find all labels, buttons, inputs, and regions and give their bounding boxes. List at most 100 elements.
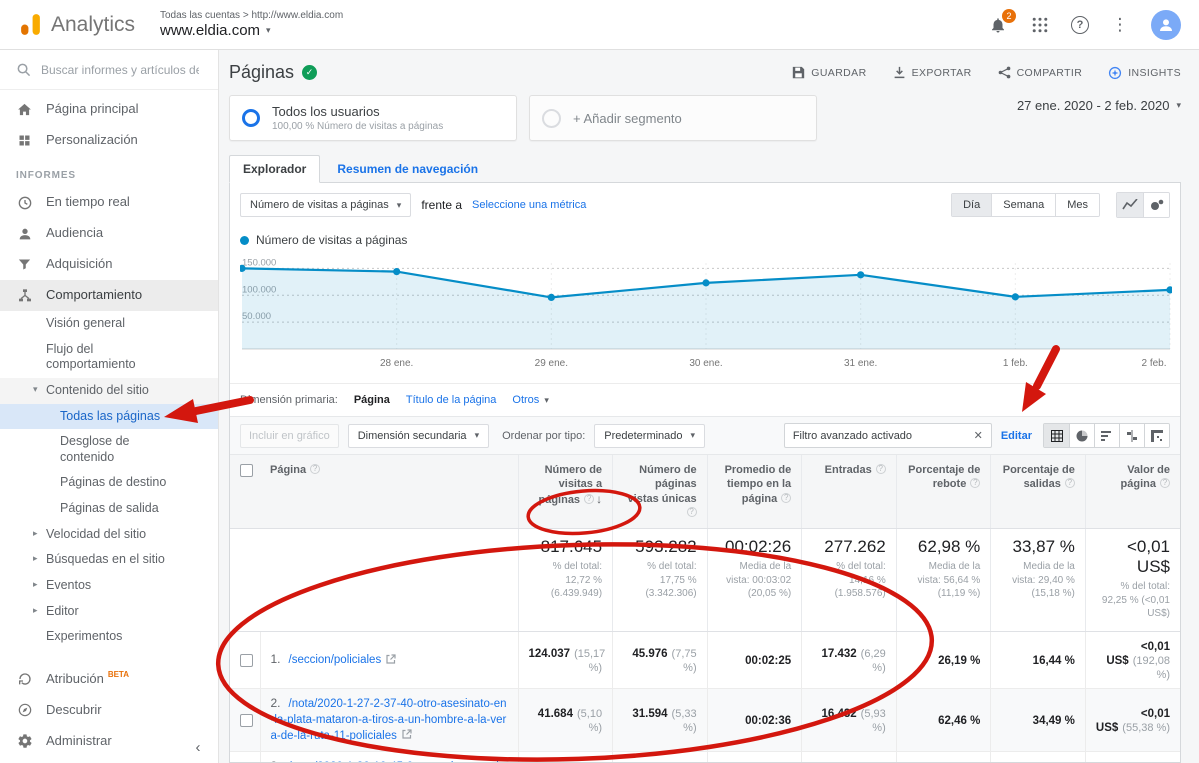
sidebar-item-audience[interactable]: Audiencia bbox=[0, 218, 218, 249]
google-analytics-logo[interactable]: Analytics bbox=[18, 12, 146, 37]
add-segment-button[interactable]: + Añadir segmento bbox=[529, 95, 817, 141]
row-checkbox[interactable] bbox=[240, 714, 253, 727]
table-row: 3./nota/2020-1-30-10-45-0-otro-robo-sang… bbox=[230, 751, 1180, 763]
date-range-selector[interactable]: 27 ene. 2020 - 2 feb. 2020 ▾ bbox=[1017, 95, 1181, 113]
sidebar-item-realtime[interactable]: En tiempo real bbox=[0, 187, 218, 218]
help-icon[interactable]: ? bbox=[687, 507, 697, 517]
dimension-titulo-pagina[interactable]: Título de la página bbox=[406, 394, 497, 406]
help-icon[interactable]: ? bbox=[970, 478, 980, 488]
tab-explorador[interactable]: Explorador bbox=[229, 155, 320, 183]
collapse-sidebar-button[interactable]: ‹ bbox=[186, 735, 210, 759]
column-header-5[interactable]: Porcentaje de rebote? bbox=[896, 455, 991, 529]
svg-text:29 ene.: 29 ene. bbox=[535, 358, 568, 369]
sidebar-item-behavior-flow[interactable]: Flujo del comportamiento bbox=[0, 337, 218, 378]
secondary-dimension-button[interactable]: Dimensión secundaria ▾ bbox=[348, 424, 489, 448]
granularity-dia[interactable]: Día bbox=[952, 194, 991, 216]
sort-type-button[interactable]: Predeterminado ▾ bbox=[594, 424, 705, 448]
sidebar-item-home[interactable]: Página principal bbox=[0, 94, 218, 125]
edit-filter-link[interactable]: Editar bbox=[1001, 430, 1032, 442]
account-selector[interactable]: www.eldia.com ▾ bbox=[160, 22, 343, 39]
metric-cell-3: 16.432(5,93 %) bbox=[802, 688, 897, 751]
notifications-button[interactable]: 2 bbox=[987, 14, 1009, 36]
chevron-down-icon: ▾ bbox=[544, 395, 549, 406]
sidebar-item-customization[interactable]: Personalización bbox=[0, 125, 218, 156]
summary-subtext: Media de la vista: 29,40 % (15,18 %) bbox=[1001, 560, 1075, 601]
view-table-button[interactable] bbox=[1044, 424, 1069, 447]
help-icon[interactable]: ? bbox=[584, 494, 594, 504]
metric-selector-label: Número de visitas a páginas bbox=[250, 199, 389, 211]
plot-rows-button[interactable]: Incluir en gráfico bbox=[240, 424, 339, 448]
sidebar-search[interactable] bbox=[0, 50, 218, 90]
sidebar-item-discover[interactable]: Descubrir bbox=[0, 695, 218, 726]
metric-selector[interactable]: Número de visitas a páginas ▾ bbox=[240, 193, 411, 217]
svg-text:150.000: 150.000 bbox=[242, 257, 276, 268]
sidebar-item-site-content[interactable]: ▾Contenido del sitio bbox=[0, 378, 218, 404]
column-header-2[interactable]: Número de páginas vistas únicas? bbox=[613, 455, 708, 529]
sidebar-item-content-drilldown[interactable]: Desglose de contenido bbox=[0, 429, 218, 470]
view-percentage-button[interactable] bbox=[1069, 424, 1094, 447]
sidebar-item-events[interactable]: ▸Eventos bbox=[0, 573, 218, 599]
sidebar-item-behavior[interactable]: Comportamiento bbox=[0, 280, 218, 311]
column-header-6[interactable]: Porcentaje de salidas? bbox=[991, 455, 1086, 529]
summary-value: 62,98 % bbox=[907, 537, 981, 557]
help-icon[interactable]: ? bbox=[781, 493, 791, 503]
more-options-button[interactable]: ⋮ bbox=[1109, 14, 1131, 36]
row-index: 3. bbox=[271, 759, 281, 763]
external-link-icon[interactable] bbox=[386, 653, 396, 667]
sort-desc-icon[interactable]: ↓ bbox=[596, 492, 602, 506]
motion-chart-view-button[interactable] bbox=[1143, 193, 1169, 217]
column-header-7[interactable]: Valor de página? bbox=[1085, 455, 1180, 529]
sidebar-item-publisher[interactable]: ▸Editor bbox=[0, 599, 218, 625]
compartir-button[interactable]: COMPARTIR bbox=[998, 66, 1083, 79]
avatar[interactable] bbox=[1151, 10, 1181, 40]
dimension-otros[interactable]: Otros ▾ bbox=[512, 394, 548, 406]
view-comparison-button[interactable] bbox=[1119, 424, 1144, 447]
column-header-3[interactable]: Promedio de tiempo en la página? bbox=[707, 455, 802, 529]
insights-button[interactable]: INSIGHTS bbox=[1108, 66, 1181, 80]
select-all-header[interactable] bbox=[230, 455, 260, 529]
sidebar-item-experiments[interactable]: Experimentos bbox=[0, 624, 218, 650]
help-icon[interactable]: ? bbox=[876, 464, 886, 474]
row-checkbox[interactable] bbox=[240, 654, 253, 667]
column-header-0[interactable]: Página? bbox=[260, 455, 518, 529]
app-name: Analytics bbox=[51, 13, 135, 37]
dimension-pagina[interactable]: Página bbox=[354, 394, 390, 406]
checkbox-icon[interactable] bbox=[240, 464, 253, 477]
exportar-button[interactable]: EXPORTAR bbox=[893, 66, 972, 79]
tab-resumen-navegacion[interactable]: Resumen de navegación bbox=[324, 156, 491, 182]
sidebar-item-site-search[interactable]: ▸Búsquedas en el sitio bbox=[0, 547, 218, 573]
page-link[interactable]: /seccion/policiales bbox=[289, 654, 382, 666]
column-header-4[interactable]: Entradas? bbox=[802, 455, 897, 529]
sidebar-item-all-pages[interactable]: Todas las páginas bbox=[0, 404, 218, 430]
page-cell: 1./seccion/policiales bbox=[260, 631, 518, 688]
sidebar-item-attribution[interactable]: AtribuciónBETA bbox=[0, 664, 218, 695]
sidebar-item-behavior-overview[interactable]: Visión general bbox=[0, 311, 218, 337]
view-pivot-button[interactable] bbox=[1144, 424, 1169, 447]
help-icon[interactable]: ? bbox=[1160, 478, 1170, 488]
guardar-button[interactable]: GUARDAR bbox=[792, 66, 866, 79]
help-icon[interactable]: ? bbox=[310, 464, 320, 474]
pageviews-line-chart[interactable]: 50.000100.000150.00028 ene.29 ene.30 ene… bbox=[240, 251, 1172, 383]
clear-filter-icon[interactable]: ✕ bbox=[974, 429, 983, 442]
help-icon[interactable]: ? bbox=[1065, 478, 1075, 488]
sidebar-item-landing-pages[interactable]: Páginas de destino bbox=[0, 470, 218, 496]
sidebar-item-label: Descubrir bbox=[46, 702, 102, 718]
view-performance-button[interactable] bbox=[1094, 424, 1119, 447]
line-chart-view-button[interactable] bbox=[1117, 193, 1143, 217]
sidebar-item-acquisition[interactable]: Adquisición bbox=[0, 249, 218, 280]
help-button[interactable]: ? bbox=[1071, 16, 1089, 34]
select-metric-link[interactable]: Seleccione una métrica bbox=[472, 199, 586, 211]
column-header-1[interactable]: Número de visitas a páginas?↓ bbox=[518, 455, 613, 529]
advanced-filter-chip[interactable]: Filtro avanzado activado ✕ bbox=[784, 423, 992, 448]
apps-grid-button[interactable] bbox=[1029, 14, 1051, 36]
external-link-icon[interactable] bbox=[402, 728, 412, 742]
page-link[interactable]: /nota/2020-1-27-2-37-40-otro-asesinato-e… bbox=[271, 698, 507, 742]
topbar-icons: 2 ? ⋮ bbox=[987, 10, 1181, 40]
breadcrumb[interactable]: Todas las cuentas > http://www.eldia.com bbox=[160, 10, 343, 21]
search-input[interactable] bbox=[41, 63, 199, 77]
granularity-mes[interactable]: Mes bbox=[1055, 194, 1099, 216]
sidebar-item-site-speed[interactable]: ▸Velocidad del sitio bbox=[0, 522, 218, 548]
segment-all-users[interactable]: Todos los usuarios 100,00 % Número de vi… bbox=[229, 95, 517, 141]
granularity-semana[interactable]: Semana bbox=[991, 194, 1055, 216]
sidebar-item-exit-pages[interactable]: Páginas de salida bbox=[0, 496, 218, 522]
